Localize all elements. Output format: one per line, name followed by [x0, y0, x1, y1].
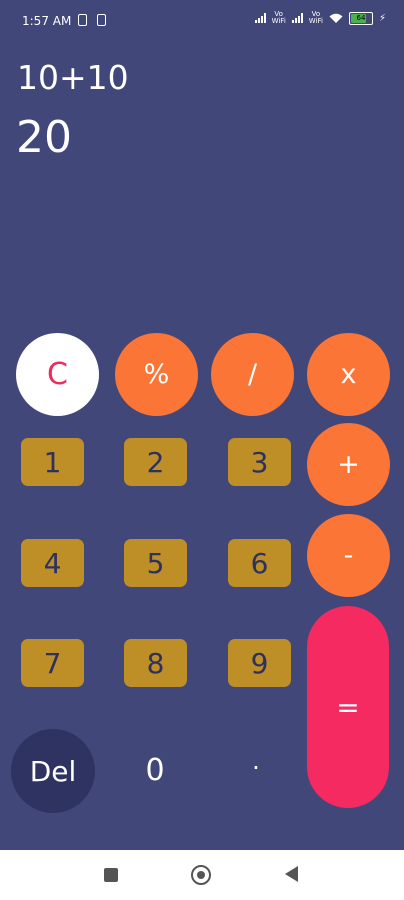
recent-apps-icon[interactable] [104, 868, 118, 882]
digit-5-button[interactable]: 5 [124, 539, 187, 587]
expression-display: 10+10 [17, 58, 129, 97]
vowifi-label: Vo WiFi [271, 10, 286, 25]
charging-icon: ⚡ [378, 12, 386, 24]
decimal-point-button[interactable]: . [221, 726, 291, 796]
digit-8-button[interactable]: 8 [124, 639, 187, 687]
notification-icons [78, 14, 106, 26]
digit-9-button[interactable]: 9 [228, 639, 291, 687]
minus-button[interactable]: - [307, 514, 390, 597]
battery-level: 64 [356, 14, 366, 22]
back-icon[interactable] [285, 866, 298, 882]
status-bar: 1:57 AM Vo WiFi Vo WiFi 64 ⚡ [0, 0, 404, 42]
digit-3-button[interactable]: 3 [228, 438, 291, 486]
digit-7-button[interactable]: 7 [21, 639, 84, 687]
result-display: 20 [16, 112, 72, 163]
digit-2-button[interactable]: 2 [124, 438, 187, 486]
sim-card-icon [78, 14, 87, 26]
signal-icon [291, 13, 303, 23]
status-right: Vo WiFi Vo WiFi 64 ⚡ [254, 10, 386, 25]
multiply-button[interactable]: x [307, 333, 390, 416]
percent-button[interactable]: % [115, 333, 198, 416]
battery-icon: 64 [348, 11, 373, 25]
equals-button[interactable]: = [307, 606, 389, 808]
vowifi-label: Vo WiFi [308, 10, 323, 25]
sim-card-icon [97, 14, 106, 26]
digit-6-button[interactable]: 6 [228, 539, 291, 587]
divide-button[interactable]: / [211, 333, 294, 416]
status-time: 1:57 AM [22, 14, 72, 28]
digit-4-button[interactable]: 4 [21, 539, 84, 587]
delete-button[interactable]: Del [11, 729, 95, 813]
plus-button[interactable]: + [307, 423, 390, 506]
clear-button[interactable]: C [16, 333, 99, 416]
digit-1-button[interactable]: 1 [21, 438, 84, 486]
wifi-icon [329, 13, 343, 23]
home-icon[interactable] [191, 865, 211, 885]
navigation-bar [0, 850, 404, 900]
signal-icon [254, 13, 266, 23]
digit-0-button[interactable]: 0 [120, 735, 190, 805]
